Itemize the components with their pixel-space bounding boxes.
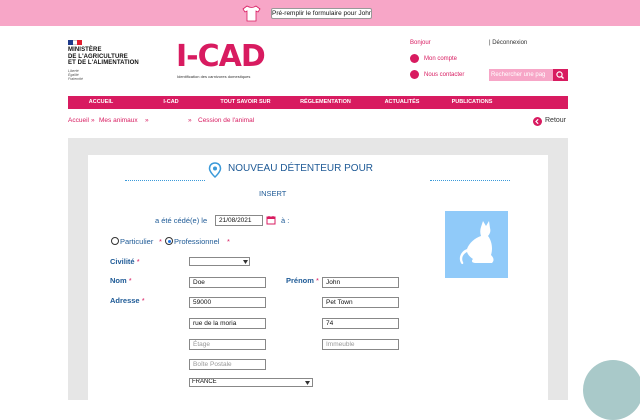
back-link[interactable]: Retour — [545, 117, 566, 124]
ministry-logo[interactable]: MINISTÈRE DE L'AGRICULTURE ET DE L'ALIME… — [68, 40, 148, 81]
professionnel-radio[interactable] — [165, 237, 173, 245]
nom-label: Nom * — [110, 276, 132, 285]
particulier-radio[interactable] — [111, 237, 119, 245]
breadcrumb-separator: » — [145, 117, 149, 124]
breadcrumb-separator: » — [188, 117, 192, 124]
user-icon — [410, 54, 419, 63]
required-star: * — [227, 237, 230, 246]
icad-tagline: Identification des carnivores domestique… — [177, 74, 251, 79]
nav-item-reglementation[interactable]: RÉGLEMENTATION — [283, 96, 368, 109]
nav-item-accueil[interactable]: ACCUEIL — [68, 96, 134, 109]
prefill-button[interactable]: Pré-remplir le formulaire pour John Doe — [271, 8, 372, 19]
calendar-icon[interactable] — [266, 215, 276, 225]
building-input[interactable]: Immeuble — [322, 339, 399, 350]
prenom-label: Prénom * — [286, 276, 319, 285]
breadcrumb-separator: » — [91, 117, 95, 124]
city-input[interactable]: Pet Town — [322, 297, 399, 308]
site-search-input[interactable]: Rechercher une pag — [489, 69, 553, 81]
ministry-name-line: ET DE L'ALIMENTATION — [68, 60, 139, 66]
civilite-select[interactable] — [189, 257, 250, 266]
animal-photo — [445, 211, 508, 278]
nav-item-actualites[interactable]: ACTUALITÉS — [368, 96, 436, 109]
chevron-down-icon — [243, 260, 248, 264]
floating-help-button[interactable] — [583, 360, 640, 420]
prenom-input[interactable]: John — [322, 277, 399, 288]
nav-item-icad[interactable]: I-CAD — [134, 96, 208, 109]
nav-item-tout-savoir[interactable]: TOUT SAVOIR SUR — [208, 96, 283, 109]
street-input[interactable]: rue de la moria — [189, 318, 266, 329]
french-flag-icon — [68, 40, 83, 45]
country-select[interactable]: FRANCE — [189, 378, 313, 387]
floor-input[interactable]: Étage — [189, 339, 266, 350]
greeting-text: Bonjour — [410, 40, 431, 46]
logout-link[interactable]: | Déconnexion — [489, 40, 527, 46]
search-icon — [556, 71, 564, 79]
breadcrumb-animals[interactable]: Mes animaux — [99, 117, 138, 124]
ceded-to-label: à : — [281, 216, 290, 225]
form-subtitle: INSERT — [259, 189, 287, 198]
republic-motto: Liberté Égalité Fraternité — [68, 68, 83, 81]
required-star: * — [159, 237, 162, 246]
title-divider — [430, 180, 510, 181]
chevron-down-icon — [305, 381, 310, 385]
form-title: NOUVEAU DÉTENTEUR POUR — [228, 163, 374, 174]
mail-icon — [410, 70, 419, 79]
icad-logo[interactable]: I-CAD — [176, 42, 266, 72]
contact-link[interactable]: Nous contacter — [424, 72, 464, 78]
street-number-input[interactable]: 74 — [322, 318, 399, 329]
professionnel-label: Professionnel — [174, 237, 220, 246]
nom-input[interactable]: Doe — [189, 277, 266, 288]
nav-item-publications[interactable]: PUBLICATIONS — [436, 96, 508, 109]
civilite-label: Civilité * — [110, 257, 140, 266]
postal-code-input[interactable]: 59000 — [189, 297, 266, 308]
location-pin-icon — [208, 162, 222, 178]
main-nav: ACCUEIL I-CAD TOUT SAVOIR SUR RÉGLEMENTA… — [68, 96, 568, 109]
breadcrumb-home[interactable]: Accueil — [68, 117, 89, 124]
title-divider — [125, 180, 205, 181]
po-box-input[interactable]: Boîte Postale — [189, 359, 266, 370]
ceded-date-input[interactable]: 21/08/2021 — [215, 215, 263, 226]
adresse-label: Adresse * — [110, 296, 145, 305]
back-arrow-icon[interactable] — [533, 117, 542, 126]
search-button[interactable] — [553, 69, 568, 81]
cat-silhouette-icon — [459, 221, 494, 265]
particulier-label: Particulier — [120, 237, 154, 246]
my-account-link[interactable]: Mon compte — [424, 56, 457, 62]
tshirt-icon[interactable] — [242, 5, 261, 22]
ceded-label: a été cédé(e) le — [155, 216, 208, 225]
breadcrumb-current: Cession de l'animal — [198, 117, 255, 124]
